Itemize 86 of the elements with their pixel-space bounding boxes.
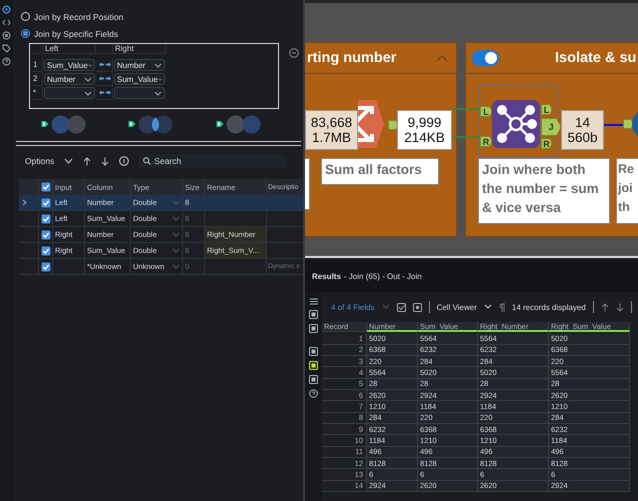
join-tool-icon[interactable]: [492, 100, 540, 148]
arrow-up-icon[interactable]: [600, 302, 609, 312]
venn-diagram-icon[interactable]: [138, 114, 174, 134]
options-menu[interactable]: Options: [25, 156, 54, 166]
row-number: 1: [31, 58, 43, 72]
caret-icon: [172, 247, 180, 254]
checkbox-icon[interactable]: [41, 182, 51, 192]
target-icon[interactable]: [2, 31, 11, 40]
comment-box: Re joi th: [616, 158, 638, 224]
connection-line: [452, 106, 482, 140]
input-anchor[interactable]: R: [480, 136, 492, 147]
caret-icon: [172, 199, 180, 206]
arrow-down-icon[interactable]: [101, 156, 110, 166]
chevron-right-icon: [21, 199, 28, 206]
field-dropdown[interactable]: Number: [44, 73, 95, 85]
rename-field[interactable]: [205, 259, 267, 275]
radio-button[interactable]: [21, 29, 30, 38]
search-icon: [143, 157, 152, 165]
caret-icon[interactable]: [484, 304, 492, 310]
radio-label[interactable]: Join by Specific Fields: [34, 28, 118, 38]
tag-icon[interactable]: [2, 44, 11, 53]
output-anchor[interactable]: L: [541, 104, 552, 115]
code-icon[interactable]: [2, 18, 11, 27]
column-header: Left: [43, 44, 96, 54]
caret-icon: [172, 263, 180, 270]
field-dropdown[interactable]: Number: [114, 59, 165, 71]
remove-icon[interactable]: [289, 48, 299, 58]
pilcrow-icon[interactable]: [498, 302, 505, 312]
field-dropdown[interactable]: [44, 87, 95, 99]
caret-icon: [382, 304, 390, 310]
row-number: *: [31, 86, 43, 100]
toggle-switch[interactable]: [472, 50, 499, 66]
checkbox-icon[interactable]: [41, 246, 51, 256]
document-icon[interactable]: [309, 375, 318, 384]
field-dropdown[interactable]: Sum_Value: [44, 59, 95, 71]
anchor-icon: [128, 120, 136, 128]
rename-field[interactable]: [205, 211, 267, 227]
row-number: 2: [31, 72, 43, 86]
connection-line: [604, 123, 623, 127]
document-icon[interactable]: [309, 361, 318, 370]
anchor-icon: [41, 120, 49, 128]
output-anchor[interactable]: J: [541, 118, 561, 136]
swap-arrows-icon: [98, 75, 112, 82]
swap-arrows-icon: [98, 61, 112, 68]
fields-dropdown[interactable]: 4 of 4 Fields: [331, 302, 375, 312]
swap-arrows-icon: [98, 89, 112, 96]
checkbox-icon[interactable]: [41, 230, 51, 240]
field-dropdown[interactable]: Sum_Value: [114, 73, 165, 85]
viewer-dropdown[interactable]: Cell Viewer: [436, 302, 477, 312]
anchor-icon: [216, 120, 224, 128]
search-field[interactable]: Search: [139, 154, 285, 168]
deselect-icon[interactable]: [412, 302, 422, 312]
record-count-label: 14 560b: [561, 110, 604, 150]
record-count: 14 records displayed: [512, 302, 586, 312]
arrow-up-icon[interactable]: [83, 156, 92, 166]
help-icon[interactable]: [2, 57, 11, 66]
list-icon[interactable]: [310, 298, 318, 305]
checklist-icon[interactable]: [396, 302, 406, 312]
checkbox-icon[interactable]: [41, 262, 51, 272]
info-icon[interactable]: [119, 156, 130, 166]
radio-button[interactable]: [21, 12, 30, 21]
record-count-label: 83,668 1.7MB: [305, 110, 358, 150]
caret-icon: [172, 215, 180, 222]
record-count-label: 9,999 214KB: [397, 110, 452, 150]
caret-icon: [172, 231, 180, 238]
help-icon[interactable]: [309, 389, 318, 398]
output-anchor[interactable]: R: [541, 138, 552, 149]
comment-box: Sum all factors: [321, 158, 439, 185]
comment-box: Join where both the number = sum & vice versa: [478, 158, 610, 224]
input-anchor[interactable]: L: [480, 106, 492, 117]
panel-subtitle: - Join (65) - Out - Join: [344, 272, 422, 280]
rename-field[interactable]: [205, 195, 267, 211]
container-title: Isolate & su: [555, 50, 636, 66]
chevron-down-icon[interactable]: [64, 158, 74, 164]
document-icon[interactable]: [309, 324, 318, 333]
field-dropdown[interactable]: [114, 87, 165, 99]
checkbox-icon[interactable]: [41, 214, 51, 224]
container-title: rting number: [307, 50, 396, 66]
arrow-down-icon[interactable]: [616, 302, 624, 312]
document-icon[interactable]: [309, 310, 318, 319]
settings-icon[interactable]: [2, 5, 11, 14]
checkbox-icon[interactable]: [41, 198, 51, 208]
column-header: Right: [113, 44, 166, 54]
document-icon[interactable]: [309, 347, 318, 356]
panel-title: Results: [312, 272, 341, 280]
radio-label[interactable]: Join by Record Position: [34, 12, 124, 22]
